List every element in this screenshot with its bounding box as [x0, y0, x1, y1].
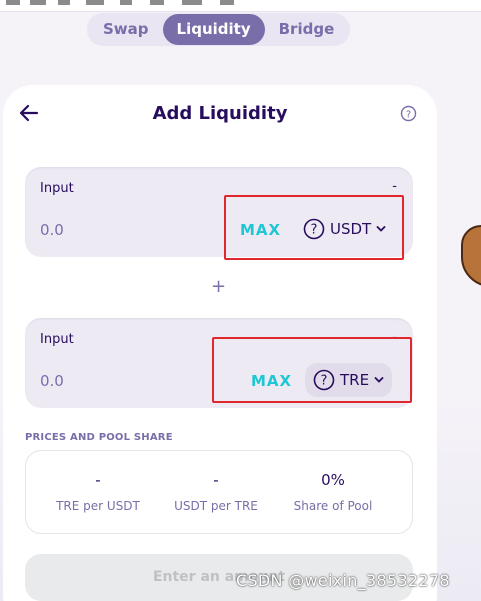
watermark-text: CSDN @weixin_38532278 — [236, 571, 450, 590]
price-a-label: TRE per USDT — [56, 499, 140, 513]
input-a-label: Input — [40, 181, 74, 196]
pool-share-label: Share of Pool — [293, 499, 373, 513]
svg-text:?: ? — [406, 109, 411, 120]
prices-section-label: PRICES AND POOL SHARE — [25, 432, 173, 443]
tab-swap[interactable]: Swap — [89, 14, 163, 45]
amount-input-a[interactable]: 0.0 — [40, 221, 64, 239]
price-b-value: - — [213, 471, 219, 489]
pool-share-value: 0% — [321, 471, 345, 489]
top-toolbar-strip — [0, 0, 481, 12]
tab-liquidity[interactable]: Liquidity — [162, 14, 265, 45]
price-b-label: USDT per TRE — [174, 499, 258, 513]
highlight-box-a — [224, 195, 404, 260]
help-icon[interactable]: ? — [400, 105, 417, 122]
nav-tabs: Swap Liquidity Bridge — [87, 13, 350, 46]
tab-bridge[interactable]: Bridge — [265, 14, 349, 45]
decorative-illustration — [461, 225, 481, 287]
highlight-box-b — [212, 337, 412, 403]
prices-pool-share: - TRE per USDT - USDT per TRE 0% Share o… — [25, 450, 413, 534]
amount-input-b[interactable]: 0.0 — [40, 372, 64, 390]
price-a-value: - — [95, 471, 101, 489]
input-b-label: Input — [40, 332, 74, 347]
input-a-balance: - — [392, 179, 397, 194]
plus-icon: + — [211, 276, 227, 297]
page-title: Add Liquidity — [152, 103, 288, 124]
